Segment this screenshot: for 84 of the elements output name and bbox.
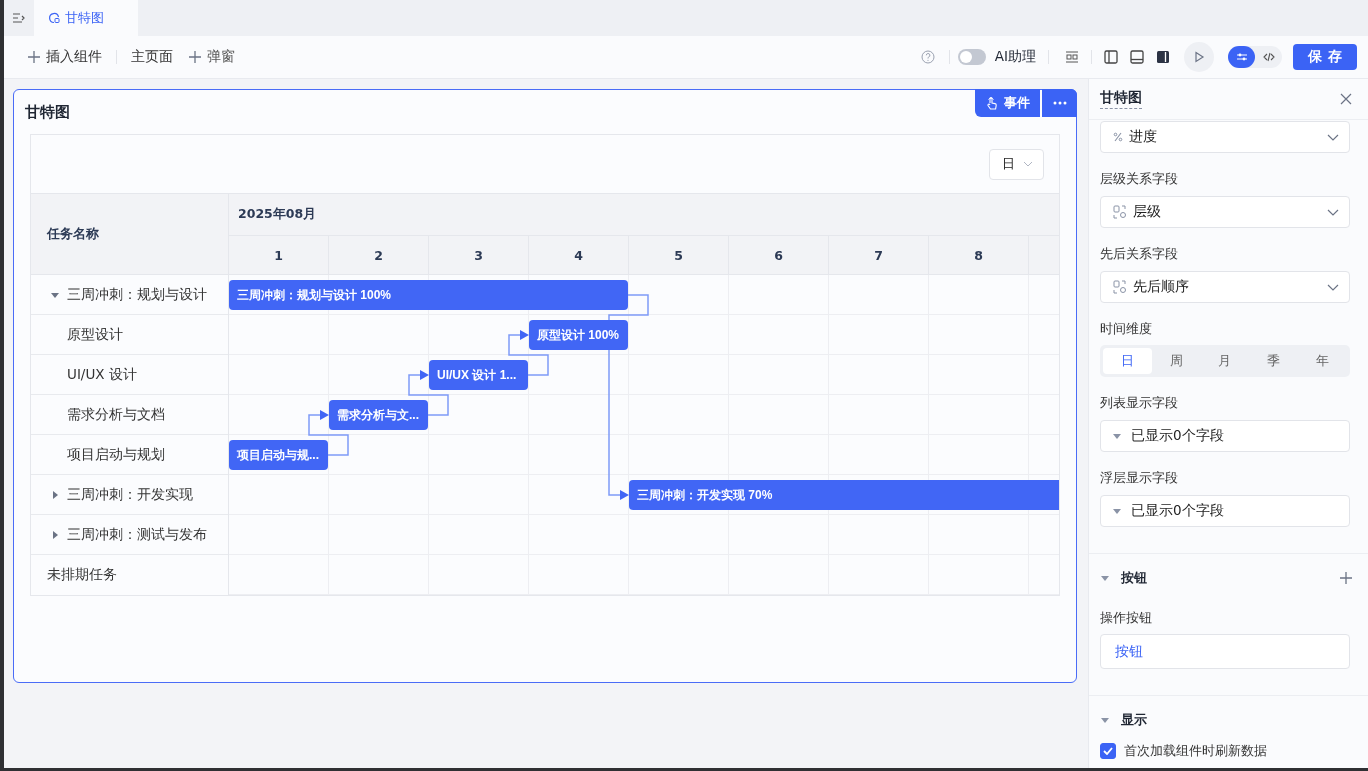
caret-icon: [1101, 575, 1109, 581]
time-scale-option[interactable]: 周: [1151, 348, 1201, 374]
settings-view-button[interactable]: [1228, 46, 1255, 68]
time-scale-option[interactable]: 月: [1200, 348, 1250, 374]
field-icon: [1113, 205, 1127, 219]
chevron-down-icon: [1327, 208, 1339, 216]
plus-icon: [28, 51, 40, 63]
page-icon: [48, 12, 60, 24]
section-title: 显示: [1121, 711, 1148, 729]
event-button[interactable]: 事件: [975, 89, 1040, 117]
play-button[interactable]: [1184, 42, 1214, 72]
field-select[interactable]: 进度: [1100, 121, 1350, 153]
field-select[interactable]: 层级: [1100, 196, 1350, 228]
task-bar[interactable]: 项目启动与规...: [229, 440, 328, 470]
day-header: 7: [874, 247, 883, 263]
column-header: 任务名称: [47, 225, 99, 243]
field-label: 先后关系字段: [1100, 245, 1179, 263]
task-name[interactable]: 需求分析与文档: [67, 405, 165, 424]
caret-icon: [1113, 433, 1121, 439]
task-name[interactable]: 三周冲刺：测试与发布: [67, 525, 207, 544]
day-header: 5: [674, 247, 683, 263]
expanded-caret-icon[interactable]: [51, 290, 59, 299]
percent-icon: [1113, 132, 1123, 142]
task-bar[interactable]: 三周冲刺：开发实现 70%: [629, 480, 1059, 510]
scale-select[interactable]: 日: [989, 148, 1044, 180]
sidebar-toggle-icon[interactable]: [12, 12, 26, 24]
task-name[interactable]: 项目启动与规划: [67, 445, 165, 464]
page-tab[interactable]: 甘特图: [34, 0, 138, 36]
day-header: 1: [274, 247, 283, 263]
display-fields-select[interactable]: 已显示0个字段: [1100, 420, 1350, 452]
add-popup-button[interactable]: 弹窗: [189, 48, 235, 66]
insert-component-button[interactable]: 插入组件: [28, 48, 102, 66]
task-name[interactable]: 三周冲刺：开发实现: [67, 485, 193, 504]
panel-title: 甘特图: [1100, 89, 1142, 109]
month-header: 2025年08月: [238, 206, 317, 223]
task-name[interactable]: UI/UX 设计: [67, 365, 137, 384]
task-bar[interactable]: 三周冲刺：规划与设计 100%: [229, 280, 628, 310]
check-icon: [1103, 747, 1113, 755]
ai-assistant-toggle[interactable]: [957, 49, 986, 65]
task-name[interactable]: 未排期任务: [47, 566, 117, 584]
field-label: 列表显示字段: [1100, 394, 1179, 412]
hand-icon: [985, 96, 999, 110]
plus-icon: [189, 51, 201, 63]
save-button[interactable]: 保存: [1293, 44, 1357, 70]
add-icon[interactable]: [1340, 572, 1352, 584]
checkbox[interactable]: [1100, 743, 1116, 759]
card-title: 甘特图: [25, 102, 70, 122]
field-icon: [1113, 280, 1127, 294]
day-header: 2: [374, 247, 383, 263]
field-select[interactable]: 先后顺序: [1100, 271, 1350, 303]
display-fields-select[interactable]: 已显示0个字段: [1100, 495, 1350, 527]
checkbox-label: 首次加载组件时刷新数据: [1124, 742, 1267, 760]
time-scale-option[interactable]: 年: [1298, 348, 1347, 374]
main-page-link[interactable]: 主页面: [131, 48, 173, 66]
field-label: 浮层显示字段: [1100, 469, 1179, 487]
dependency-arrow: [308, 410, 349, 456]
ai-assistant-label: AI助理: [994, 48, 1036, 66]
section-title: 按钮: [1121, 569, 1148, 587]
chevron-down-icon: [1023, 161, 1033, 167]
field-label: 时间维度: [1100, 320, 1153, 338]
close-icon[interactable]: [1340, 93, 1352, 105]
collapsed-caret-icon[interactable]: [51, 490, 59, 499]
sliders-icon: [1235, 51, 1248, 63]
day-header: 8: [974, 247, 983, 263]
field-label: 层级关系字段: [1100, 170, 1179, 188]
field-label: 操作按钮: [1100, 609, 1153, 627]
task-name[interactable]: 原型设计: [67, 325, 123, 344]
task-bar[interactable]: UI/UX 设计 1...: [429, 360, 528, 390]
time-scale-option[interactable]: 日: [1103, 348, 1152, 374]
task-bar[interactable]: 原型设计 100%: [529, 320, 628, 350]
collapsed-caret-icon[interactable]: [51, 530, 59, 539]
day-header: 6: [774, 247, 783, 263]
day-header: 3: [474, 247, 483, 263]
task-name[interactable]: 三周冲刺：规划与设计: [67, 285, 207, 304]
play-icon: [1193, 51, 1205, 63]
caret-icon: [1101, 717, 1109, 723]
day-header: 4: [574, 247, 583, 263]
chevron-down-icon: [1327, 283, 1339, 291]
time-scale-option[interactable]: 季: [1249, 348, 1299, 374]
chevron-down-icon: [1327, 133, 1339, 141]
code-icon: [1262, 51, 1275, 63]
action-button-field[interactable]: 按钮: [1100, 634, 1350, 669]
task-bar[interactable]: 需求分析与文...: [329, 400, 428, 430]
caret-icon: [1113, 508, 1121, 514]
